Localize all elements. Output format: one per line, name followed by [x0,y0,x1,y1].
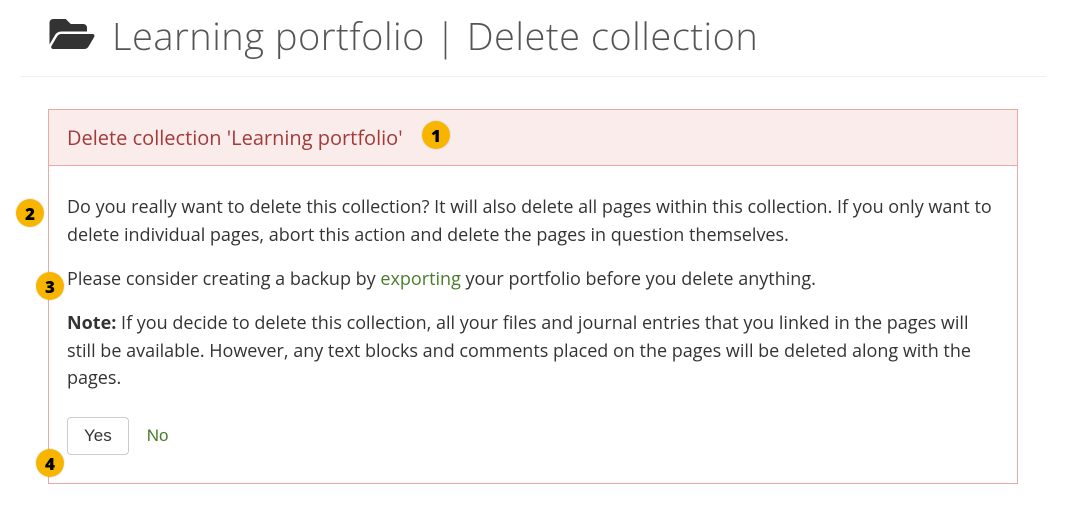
delete-collection-panel: Delete collection 'Learning portfolio' D… [48,109,1018,484]
confirm-text: Do you really want to delete this collec… [67,194,999,250]
panel-wrapper: 1 2 3 4 Delete collection 'Learning port… [48,109,1018,484]
annotation-callout-2: 2 [16,199,44,227]
note-text: Note: If you decide to delete this colle… [67,310,999,394]
button-row: Yes No [67,417,999,455]
backup-post: your portfolio before you delete anythin… [461,267,816,291]
panel-header: Delete collection 'Learning portfolio' [49,110,1017,166]
panel-body: Do you really want to delete this collec… [49,166,1017,483]
page-title: Learning portfolio | Delete collection [112,10,758,62]
note-label: Note: [67,311,116,335]
exporting-link[interactable]: exporting [380,267,461,291]
annotation-callout-3: 3 [36,272,64,300]
yes-button[interactable]: Yes [67,417,129,455]
annotation-callout-1: 1 [422,121,450,149]
note-body: If you decide to delete this collection,… [67,311,971,391]
page-header: Learning portfolio | Delete collection [20,0,1046,77]
folder-open-icon [48,14,96,59]
no-button[interactable]: No [147,426,169,446]
annotation-callout-4: 4 [36,449,64,477]
backup-text: Please consider creating a backup by exp… [67,266,999,294]
backup-pre: Please consider creating a backup by [67,267,380,291]
